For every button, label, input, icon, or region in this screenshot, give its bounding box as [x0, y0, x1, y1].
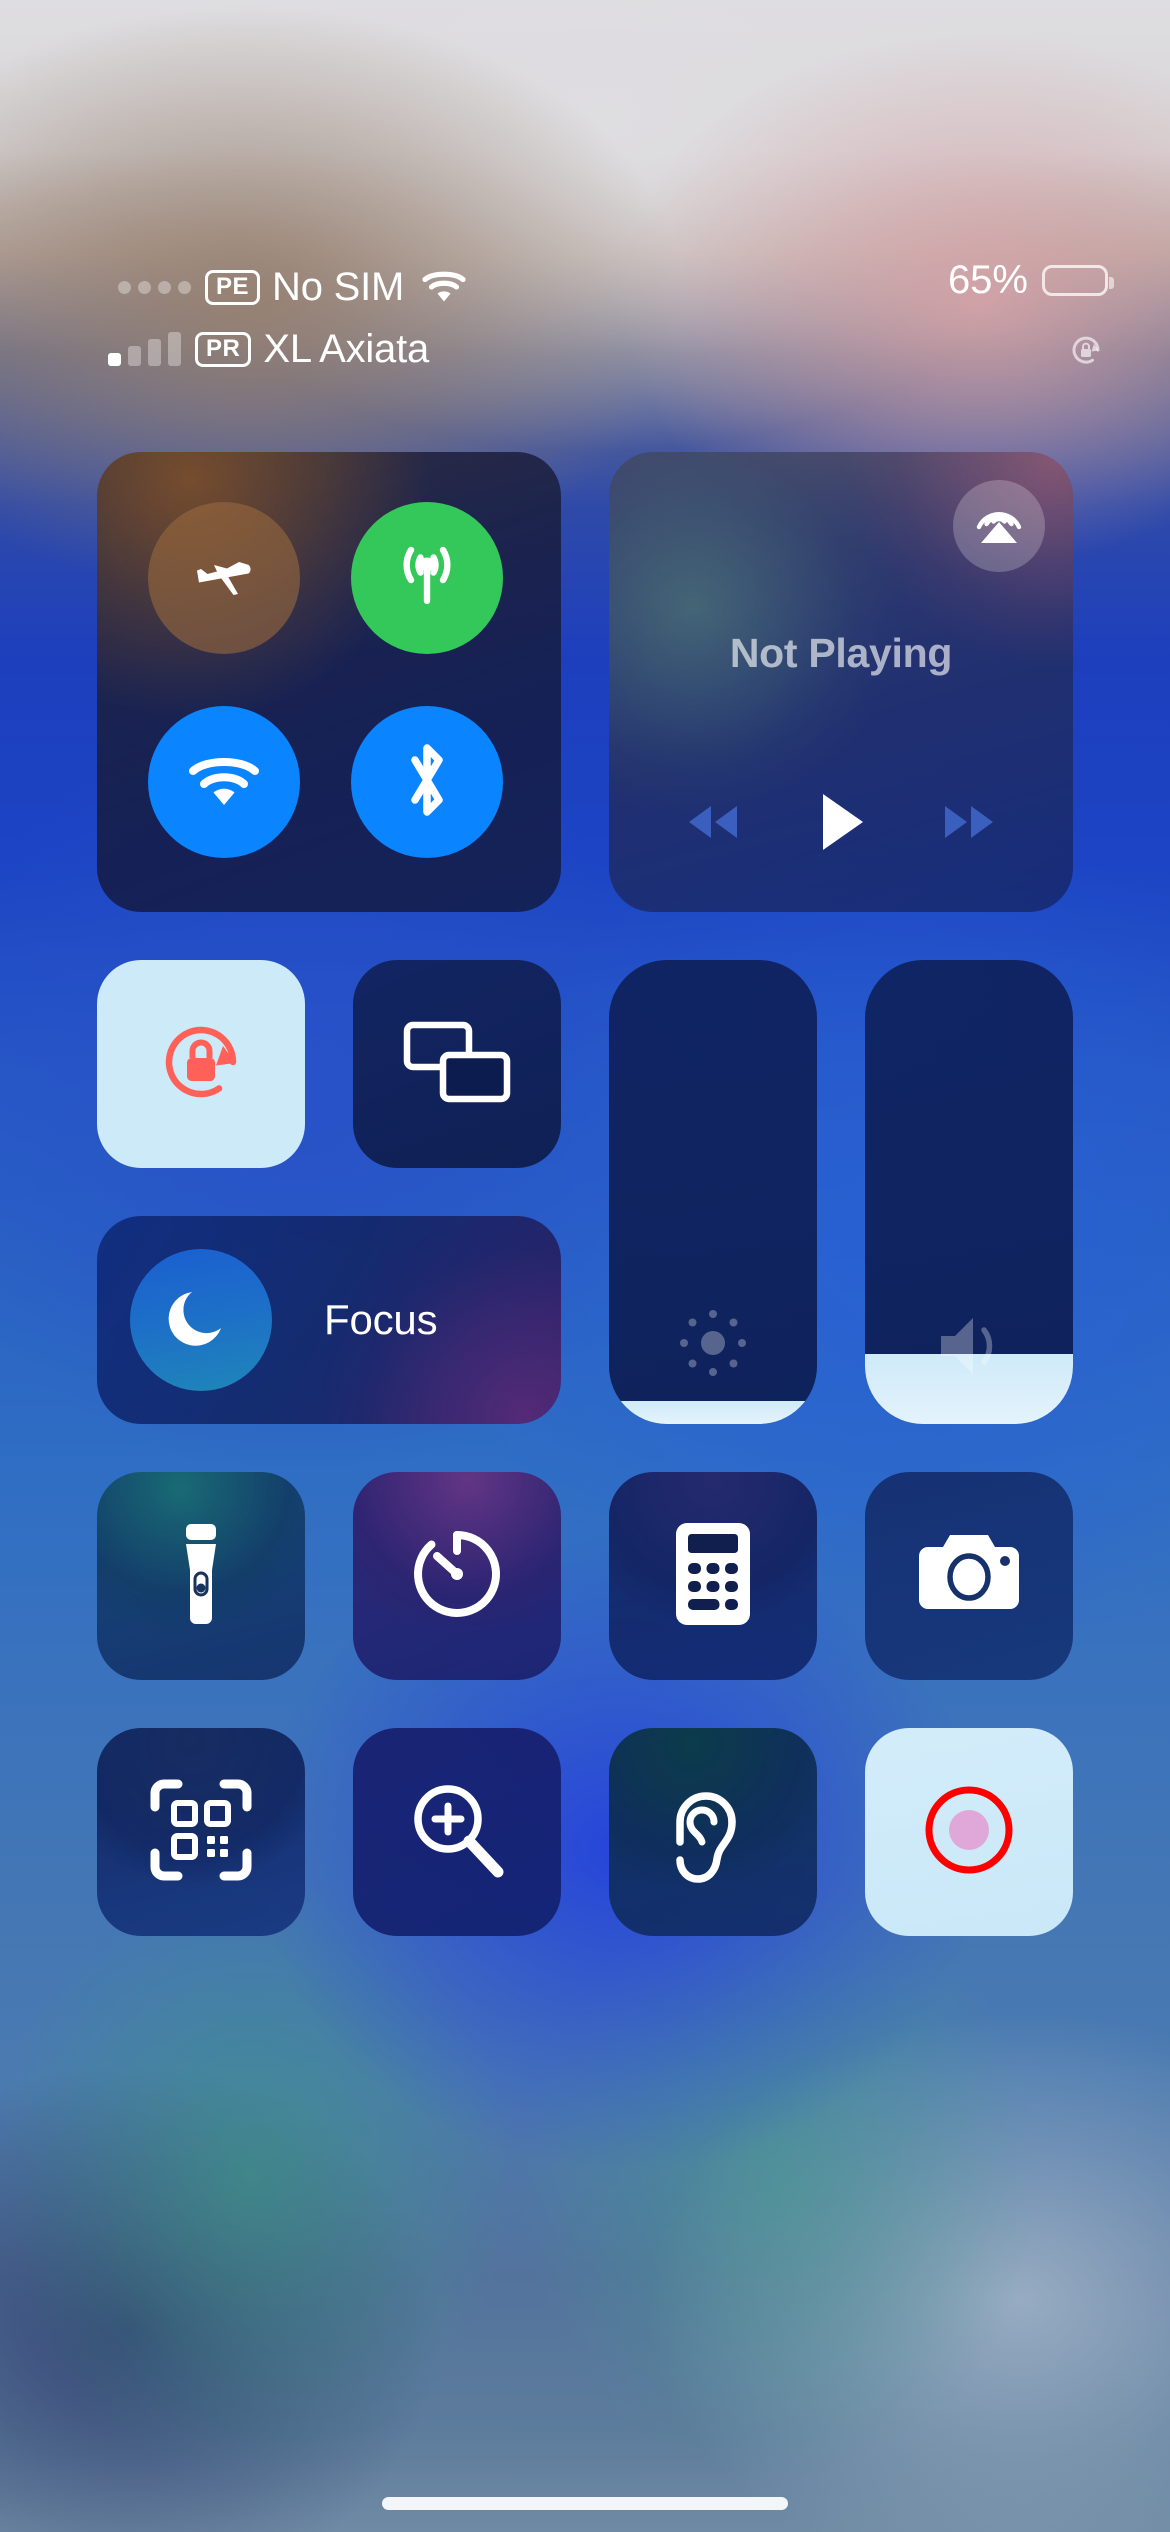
cellular-data-toggle[interactable] [351, 502, 503, 654]
flashlight-tile[interactable] [97, 1472, 305, 1680]
qr-code-icon [148, 1777, 254, 1888]
camera-icon [913, 1530, 1025, 1623]
brightness-slider[interactable] [609, 960, 817, 1424]
shortcuts-row-1 [97, 1472, 1073, 1680]
signal-strength-bars-line2 [108, 331, 181, 366]
home-indicator[interactable] [382, 2497, 788, 2510]
connectivity-module [97, 452, 561, 912]
carrier-tag-pe: PE [205, 269, 261, 305]
code-scanner-tile[interactable] [97, 1728, 305, 1936]
status-line-no-sim: PE No SIM [118, 258, 468, 316]
media-transport-controls [609, 789, 1073, 860]
now-playing-label: Not Playing [729, 630, 953, 676]
ear-icon [670, 1775, 756, 1890]
magnifier-icon [405, 1778, 509, 1887]
bluetooth-icon [399, 738, 455, 827]
wifi-icon [184, 749, 264, 816]
brightness-fill [609, 1400, 817, 1424]
rotation-mirroring-row [97, 960, 561, 1168]
control-center-row-2: Focus [97, 960, 1073, 1424]
control-center-row-1: Not Playing [97, 452, 1073, 912]
shortcuts-row-2 [97, 1728, 1073, 1936]
control-center-grid: Not Playing Focus [97, 452, 1073, 1936]
forward-icon [935, 798, 1003, 851]
carrier-name-line2: XL Axiata [263, 326, 430, 371]
forward-button[interactable] [935, 798, 1003, 851]
screen-recording-tile[interactable] [865, 1728, 1073, 1936]
rotation-lock-icon [145, 1006, 257, 1123]
play-icon [813, 789, 869, 860]
carrier-tag-pr: PR [195, 331, 252, 367]
sliders-group [609, 960, 1073, 1424]
focus-icon-circle [130, 1249, 272, 1391]
hearing-tile[interactable] [609, 1728, 817, 1936]
record-icon [917, 1778, 1021, 1887]
calculator-tile[interactable] [609, 1472, 817, 1680]
timer-icon [406, 1523, 508, 1630]
screen-mirroring-icon [401, 1019, 513, 1110]
wifi-toggle[interactable] [148, 706, 300, 858]
focus-label: Focus [324, 1296, 438, 1343]
wifi-icon [420, 267, 468, 308]
cellular-antenna-icon [384, 533, 470, 624]
status-line-carrier: PR XL Axiata [108, 320, 429, 378]
bluetooth-toggle[interactable] [351, 706, 503, 858]
camera-tile[interactable] [865, 1472, 1073, 1680]
status-bar-right: 65% [947, 258, 1114, 303]
battery-icon [1042, 265, 1114, 296]
flashlight-icon [164, 1520, 238, 1633]
magnifier-tile[interactable] [353, 1728, 561, 1936]
carrier-name-line1: No SIM [272, 264, 405, 309]
play-button[interactable] [813, 789, 869, 860]
rotation-lock-icon [1066, 330, 1106, 375]
airplay-button[interactable] [953, 480, 1045, 572]
speaker-icon [865, 1310, 1073, 1382]
rewind-icon [679, 798, 747, 851]
focus-tile[interactable]: Focus [97, 1216, 561, 1424]
timer-tile[interactable] [353, 1472, 561, 1680]
rewind-button[interactable] [679, 798, 747, 851]
rotation-lock-tile[interactable] [97, 960, 305, 1168]
status-bar: PE No SIM PR XL Axiata 65% [0, 0, 1170, 400]
battery-percentage: 65% [947, 258, 1028, 302]
calculator-icon [672, 1519, 754, 1634]
volume-slider[interactable] [865, 960, 1073, 1424]
brightness-icon [609, 1304, 817, 1382]
airplay-icon [968, 493, 1030, 560]
moon-icon [164, 1281, 238, 1360]
signal-strength-dots-line1 [118, 280, 191, 294]
airplane-icon [186, 538, 262, 619]
airplane-mode-toggle[interactable] [148, 502, 300, 654]
control-center-screen: PE No SIM PR XL Axiata 65% Not Playing F… [0, 0, 1170, 2532]
control-center-left-column: Focus [97, 960, 561, 1424]
media-player-module: Not Playing [609, 452, 1073, 912]
screen-mirroring-tile[interactable] [353, 960, 561, 1168]
